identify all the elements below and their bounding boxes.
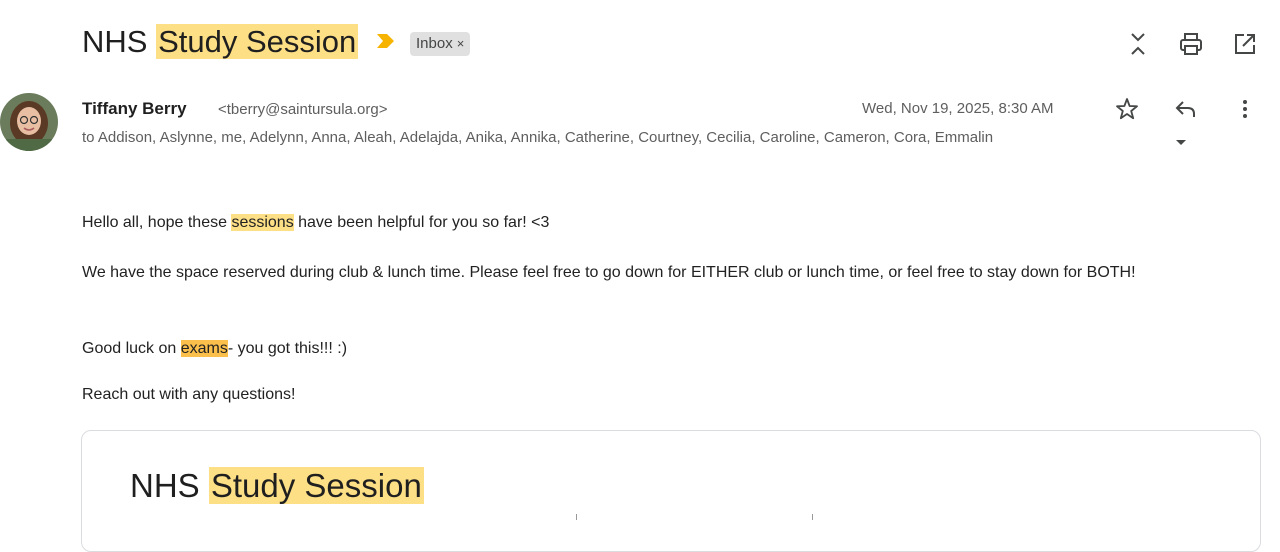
remove-label-button[interactable]: ×: [457, 36, 465, 51]
p1-highlight: sessions: [231, 214, 294, 231]
open-in-new-window-icon[interactable]: [1231, 30, 1259, 58]
body-paragraph-1: Hello all, hope these sessions have been…: [82, 212, 549, 233]
print-icon[interactable]: [1177, 30, 1205, 58]
inbox-label-text: Inbox: [416, 35, 453, 52]
expand-collapse-icon[interactable]: [1124, 30, 1152, 58]
card-title: NHS Study Session: [130, 466, 424, 506]
more-vert-icon[interactable]: [1232, 96, 1258, 122]
p3-text-end: - you got this!!! :): [227, 340, 348, 357]
caret-down-icon[interactable]: [1175, 134, 1187, 152]
sender-avatar[interactable]: [0, 93, 58, 151]
recipients-line: to Addison, Aslynne, me, Adelynn, Anna, …: [82, 129, 994, 146]
p1-text: Hello all, hope these: [82, 214, 232, 231]
p1-text-end: have been helpful for you so far! <3: [293, 214, 550, 231]
email-date: Wed, Nov 19, 2025, 8:30 AM: [862, 100, 1054, 117]
p3-highlight: exams: [180, 340, 228, 357]
body-paragraph-3: Good luck on exams- you got this!!! :): [82, 338, 347, 359]
body-paragraph-2: We have the space reserved during club &…: [82, 264, 1136, 281]
card-title-plain: NHS: [130, 467, 209, 504]
reply-icon[interactable]: [1173, 96, 1199, 122]
p3-text: Good luck on: [82, 340, 181, 357]
email-subject: NHS Study Session: [82, 22, 359, 62]
body-paragraph-4: Reach out with any questions!: [82, 386, 296, 403]
star-icon[interactable]: [1114, 96, 1140, 122]
inbox-label-chip: Inbox ×: [410, 32, 471, 56]
sender-name[interactable]: Tiffany Berry: [82, 99, 187, 119]
subject-plain: NHS: [82, 24, 157, 59]
card-title-highlight: Study Session: [208, 467, 424, 504]
sender-email: <tberry@saintursula.org>: [218, 101, 388, 118]
card-divider-mark: [812, 514, 813, 520]
card-divider-mark: [576, 514, 577, 520]
subject-highlight: Study Session: [156, 24, 359, 59]
